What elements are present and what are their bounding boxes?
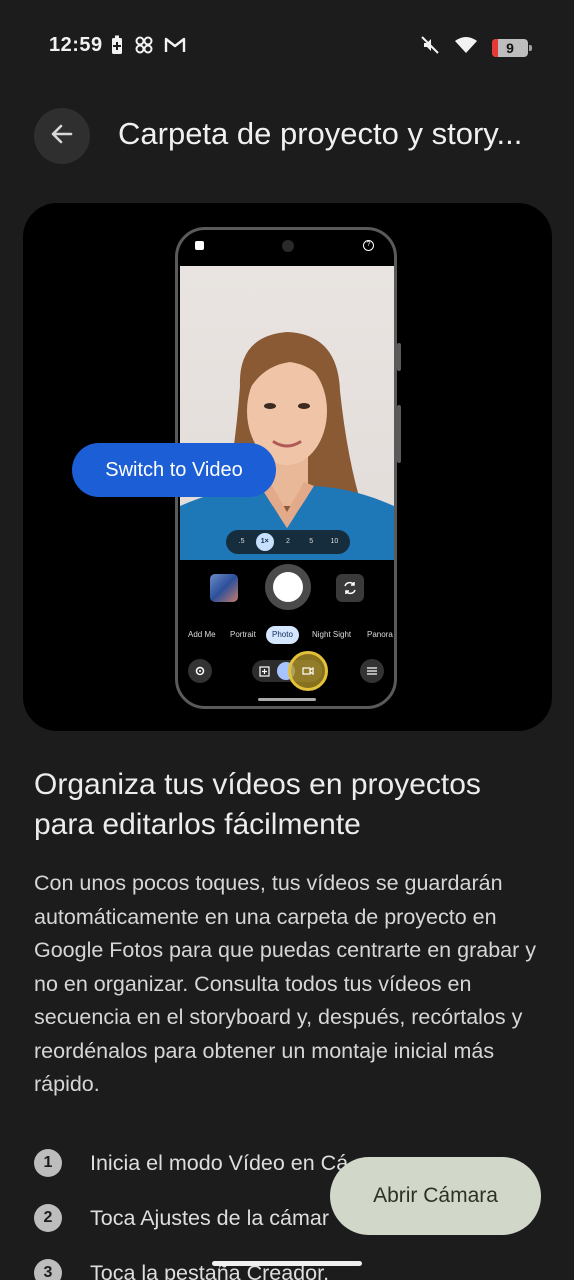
step-number: 3 xyxy=(34,1259,62,1280)
notification-icons xyxy=(110,35,186,60)
step-item: 1 Inicia el modo Vídeo en Cá xyxy=(34,1143,348,1183)
zoom-option: 5 xyxy=(309,538,314,545)
flip-camera-icon xyxy=(336,574,364,602)
mini-app-icon xyxy=(195,241,204,250)
phone-home-indicator xyxy=(258,698,316,701)
back-button[interactable] xyxy=(34,108,90,164)
wifi-icon xyxy=(454,36,478,59)
step-number: 2 xyxy=(34,1204,62,1232)
mode-label: Night Sight xyxy=(312,630,352,639)
help-icon: ? xyxy=(363,240,374,251)
battery-icon: 9 xyxy=(492,38,532,57)
step-text: Toca Ajustes de la cámar xyxy=(90,1205,330,1230)
camera-bottom-row xyxy=(178,651,394,691)
zoom-option-active: 1× xyxy=(255,533,274,551)
system-icons: 9 xyxy=(420,35,532,60)
camera-modes: Add Me Portrait Photo Night Sight Panora xyxy=(178,626,394,644)
zoom-option: 2 xyxy=(286,538,290,545)
page-title: Carpeta de proyecto y story... xyxy=(118,116,523,151)
step-text: Inicia el modo Vídeo en Cá xyxy=(90,1150,349,1175)
mute-icon xyxy=(420,35,440,60)
arrow-left-icon xyxy=(49,121,75,152)
pinwheel-icon xyxy=(134,35,154,60)
add-photo-icon xyxy=(255,662,273,680)
mode-label: Portrait xyxy=(230,630,256,639)
zoom-option: .5 xyxy=(238,538,245,545)
gmail-icon xyxy=(164,36,186,59)
step-number: 1 xyxy=(34,1149,62,1177)
portrait-photo xyxy=(180,332,394,560)
mode-label: Add Me xyxy=(188,630,216,639)
battery-saver-icon xyxy=(110,35,124,60)
camera-viewfinder: .5 1× 2 5 10 xyxy=(180,266,394,560)
phone-topbar: ? xyxy=(178,230,394,266)
front-camera-icon xyxy=(282,240,294,252)
camera-controls: Add Me Portrait Photo Night Sight Panora xyxy=(178,560,394,706)
mode-label-active: Photo xyxy=(266,626,299,644)
step-item: 3 Toca la pestaña Creador. xyxy=(34,1253,329,1280)
hero-illustration: ? .5 1× 2 5 10 Add Me Portrait Photo Nig… xyxy=(23,203,552,731)
camera-settings-icon xyxy=(188,659,212,683)
video-mode-icon xyxy=(288,651,328,691)
phone-button xyxy=(397,405,401,463)
section-description: Con unos pocos toques, tus vídeos se gua… xyxy=(34,871,536,1096)
zoom-option: 10 xyxy=(330,538,339,545)
navigation-handle[interactable] xyxy=(212,1261,362,1266)
battery-level: 9 xyxy=(506,39,514,56)
open-camera-button[interactable]: Abrir Cámara xyxy=(330,1157,541,1235)
section-heading: Organiza tus vídeos en proyectos para ed… xyxy=(34,768,481,841)
status-time: 12:59 xyxy=(49,34,103,56)
status-bar: 12:59 9 xyxy=(0,0,574,92)
step-item: 2 Toca Ajustes de la cámar xyxy=(34,1198,329,1238)
tune-icon xyxy=(360,659,384,683)
phone-button xyxy=(397,343,401,371)
zoom-selector: .5 1× 2 5 10 xyxy=(226,530,350,554)
mode-label: Panora xyxy=(367,630,393,639)
switch-to-video-chip: Switch to Video xyxy=(72,443,276,497)
gallery-thumbnail xyxy=(210,574,238,602)
shutter-button xyxy=(265,564,311,610)
